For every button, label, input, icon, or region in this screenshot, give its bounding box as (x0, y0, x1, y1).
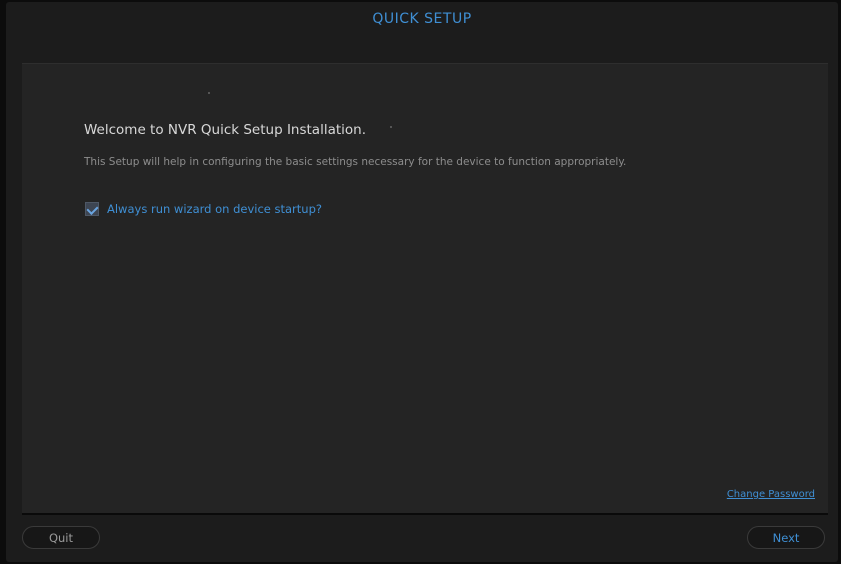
content-panel: Welcome to NVR Quick Setup Installation.… (22, 63, 828, 515)
bottom-bar: Quit Next (6, 520, 838, 560)
quit-button[interactable]: Quit (22, 526, 100, 549)
next-button[interactable]: Next (747, 526, 825, 549)
title-bar: QUICK SETUP (6, 2, 838, 42)
quick-setup-window: QUICK SETUP Welcome to NVR Quick Setup I… (6, 2, 838, 562)
wizard-startup-label[interactable]: Always run wizard on device startup? (107, 202, 322, 216)
change-password-link[interactable]: Change Password (727, 489, 815, 500)
decorative-dot (390, 126, 392, 128)
decorative-dot (208, 92, 210, 94)
setup-description: This Setup will help in configuring the … (84, 156, 627, 168)
welcome-heading: Welcome to NVR Quick Setup Installation. (84, 122, 367, 138)
wizard-startup-checkbox[interactable] (85, 202, 99, 216)
wizard-startup-option[interactable]: Always run wizard on device startup? (85, 202, 322, 216)
page-title: QUICK SETUP (372, 11, 472, 27)
